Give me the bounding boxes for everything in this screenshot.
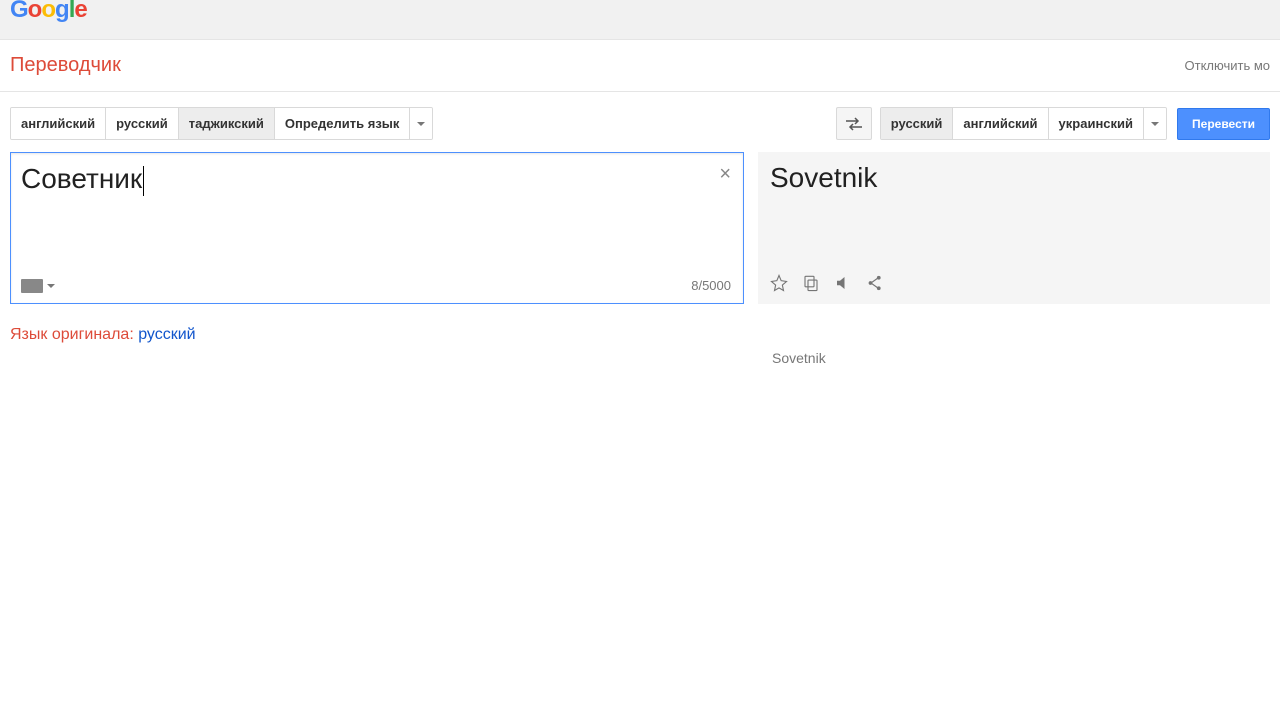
detected-language-row: Язык оригинала: русский	[0, 304, 1280, 366]
target-lang-ukrainian[interactable]: украинский	[1049, 108, 1144, 139]
swap-icon	[845, 117, 863, 131]
transliteration-row: Sovetnik	[772, 350, 826, 368]
target-text: Sovetnik	[770, 162, 1258, 194]
instant-toggle-link[interactable]: Отключить мо	[1185, 58, 1271, 73]
speaker-icon	[834, 274, 852, 292]
detected-language-label: Язык оригинала:	[10, 326, 138, 343]
app-title: Переводчик	[10, 54, 121, 77]
source-text-box[interactable]: Советник × 8/5000	[10, 152, 744, 304]
share-translation-button[interactable]	[866, 274, 884, 292]
global-header: Google	[0, 0, 1280, 40]
clear-source-button[interactable]: ×	[719, 163, 731, 186]
swap-languages-button[interactable]	[836, 107, 872, 140]
source-lang-more-dropdown[interactable]	[410, 108, 432, 139]
target-actions	[770, 274, 884, 292]
text-cursor	[143, 166, 144, 196]
target-lang-russian[interactable]: русский	[881, 108, 954, 139]
chevron-down-icon	[417, 122, 425, 126]
title-row: Переводчик Отключить мо	[0, 40, 1280, 92]
source-lang-tajik[interactable]: таджикский	[179, 108, 275, 139]
chevron-down-icon	[1151, 122, 1159, 126]
source-lang-detect[interactable]: Определить язык	[275, 108, 411, 139]
copy-translation-button[interactable]	[802, 274, 820, 292]
star-icon	[770, 274, 788, 292]
target-language-group: русский английский украинский	[880, 107, 1167, 140]
translation-panels: Советник × 8/5000 Sovetnik	[0, 152, 1280, 304]
source-lang-russian[interactable]: русский	[106, 108, 179, 139]
chevron-down-icon	[47, 284, 55, 288]
target-lang-more-dropdown[interactable]	[1144, 108, 1166, 139]
source-language-group: английский русский таджикский Определить…	[10, 107, 433, 140]
keyboard-icon	[21, 279, 43, 293]
source-text[interactable]: Советник	[11, 153, 743, 206]
target-lang-english[interactable]: английский	[953, 108, 1048, 139]
transliteration-text: Sovetnik	[772, 350, 826, 366]
share-icon	[866, 274, 884, 292]
target-text-box: Sovetnik	[758, 152, 1270, 304]
close-icon: ×	[719, 163, 731, 185]
google-logo[interactable]: Google	[10, 0, 87, 24]
language-controls: английский русский таджикский Определить…	[0, 92, 1280, 152]
save-translation-button[interactable]	[770, 274, 788, 292]
translate-button[interactable]: Перевести	[1177, 108, 1270, 140]
virtual-keyboard-button[interactable]	[21, 279, 55, 293]
listen-translation-button[interactable]	[834, 274, 852, 292]
char-count: 8/5000	[691, 278, 731, 293]
detected-language-link[interactable]: русский	[138, 326, 195, 343]
copy-icon	[802, 274, 820, 292]
source-lang-english[interactable]: английский	[11, 108, 106, 139]
